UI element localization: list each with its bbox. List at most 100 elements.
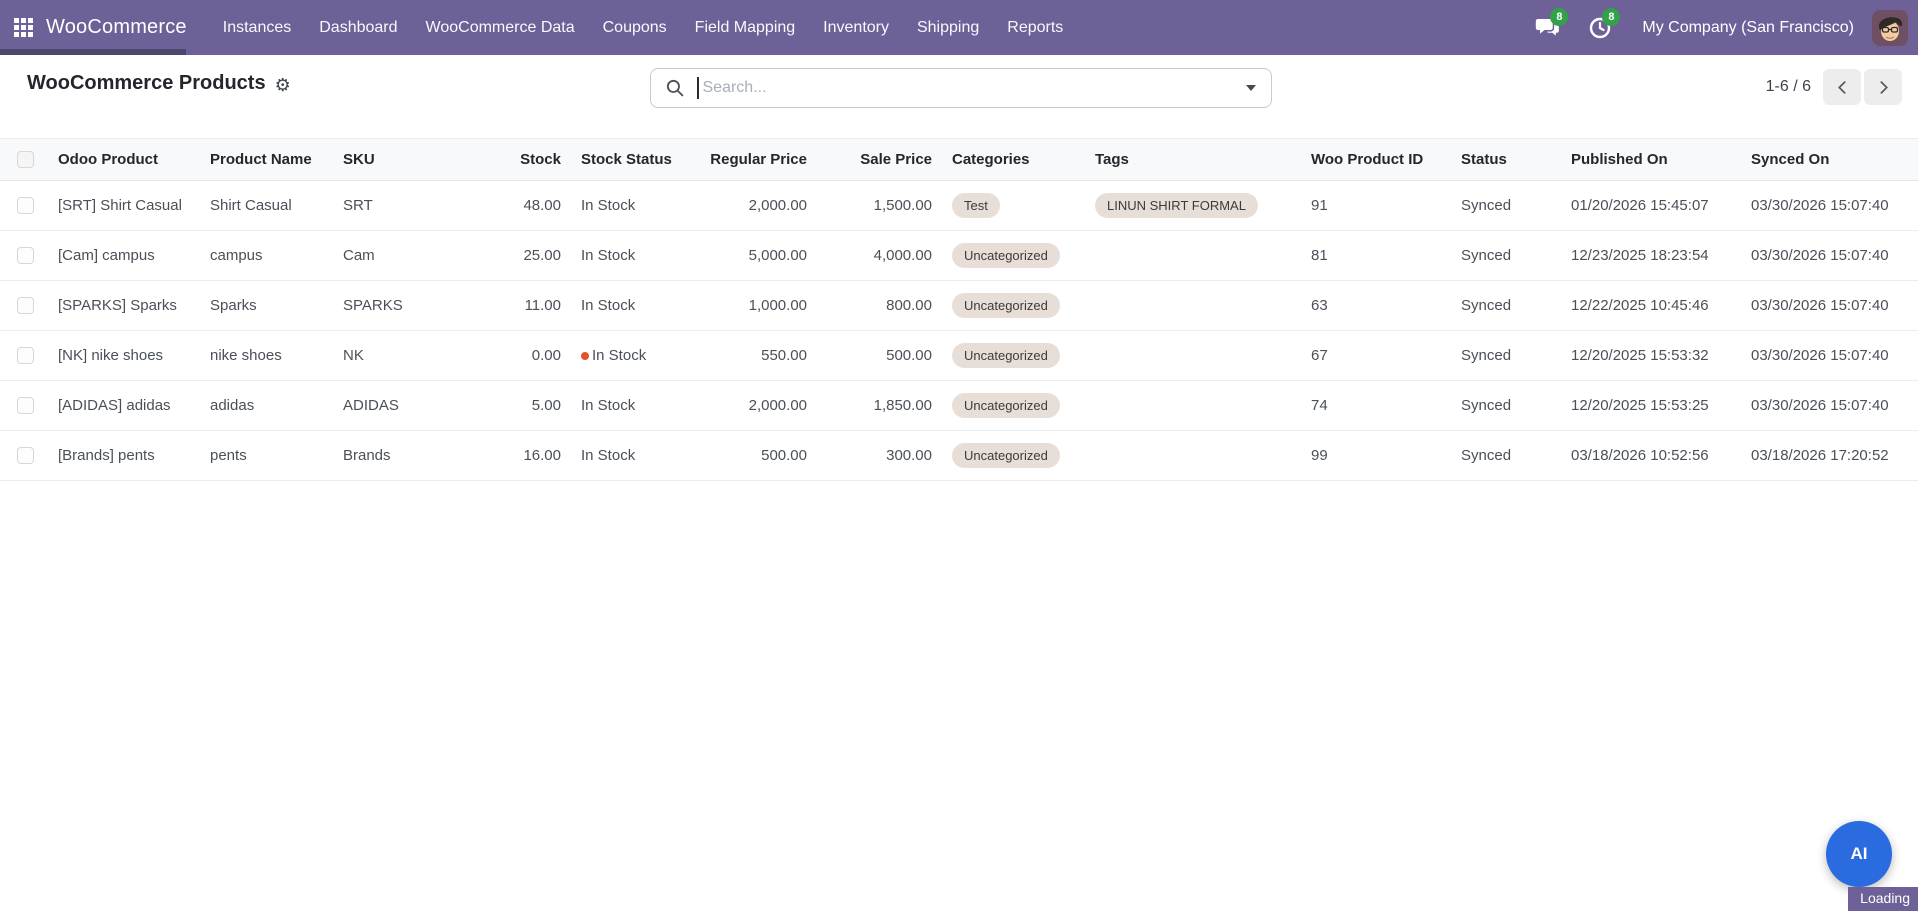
col-header-woo-product-id[interactable]: Woo Product ID xyxy=(1297,138,1447,181)
cell-synced-on: 03/30/2026 15:07:40 xyxy=(1737,380,1918,431)
cell-woo-product-id: 81 xyxy=(1297,230,1447,281)
products-table: Odoo Product Product Name SKU Stock Stock St… xyxy=(0,138,1918,481)
cell-status: Synced xyxy=(1447,430,1557,481)
nav-item-dashboard[interactable]: Dashboard xyxy=(305,0,411,55)
cell-sale-price: 500.00 xyxy=(813,330,938,381)
nav-item-woocommerce-data[interactable]: WooCommerce Data xyxy=(412,0,589,55)
pager-next-button[interactable] xyxy=(1864,69,1902,105)
col-header-status[interactable]: Status xyxy=(1447,138,1557,181)
row-checkbox[interactable] xyxy=(17,397,34,414)
category-pill: Uncategorized xyxy=(952,243,1060,268)
col-header-sku[interactable]: SKU xyxy=(329,138,449,181)
cell-categories: Uncategorized xyxy=(938,430,1081,481)
nav-item-inventory[interactable]: Inventory xyxy=(809,0,903,55)
col-header-tags[interactable]: Tags xyxy=(1081,138,1297,181)
chevron-left-icon xyxy=(1837,80,1846,94)
product-list-view: Odoo Product Product Name SKU Stock Stock St… xyxy=(0,138,1918,481)
category-pill: Uncategorized xyxy=(952,443,1060,468)
cell-woo-product-id: 63 xyxy=(1297,280,1447,331)
app-name: WooCommerce xyxy=(46,16,187,38)
user-avatar[interactable] xyxy=(1872,9,1908,46)
cell-regular-price: 2,000.00 xyxy=(695,180,813,231)
col-header-synced-on[interactable]: Synced On xyxy=(1737,138,1918,181)
col-header-product-name[interactable]: Product Name xyxy=(196,138,329,181)
cell-stock: 25.00 xyxy=(449,230,567,281)
cell-published-on: 12/20/2025 15:53:25 xyxy=(1557,380,1737,431)
cell-regular-price: 5,000.00 xyxy=(695,230,813,281)
cell-published-on: 12/23/2025 18:23:54 xyxy=(1557,230,1737,281)
ai-assistant-button[interactable]: AI xyxy=(1826,821,1892,887)
cell-categories: Uncategorized xyxy=(938,380,1081,431)
messages-badge: 8 xyxy=(1550,7,1569,26)
messages-button[interactable]: 8 xyxy=(1526,7,1570,49)
col-header-regular-price[interactable]: Regular Price xyxy=(695,138,813,181)
settings-gear-icon[interactable]: ⚙ xyxy=(275,74,291,94)
col-header-sale-price[interactable]: Sale Price xyxy=(813,138,938,181)
cell-sku: SRT xyxy=(329,180,449,231)
cell-sku: ADIDAS xyxy=(329,380,449,431)
table-row[interactable]: [NK] nike shoes nike shoes NK 0.00 In Stock 5… xyxy=(0,330,1918,381)
cell-published-on: 01/20/2026 15:45:07 xyxy=(1557,180,1737,231)
cell-odoo-product: [Cam] campus xyxy=(44,230,196,281)
col-header-categories[interactable]: Categories xyxy=(938,138,1081,181)
cell-stock: 48.00 xyxy=(449,180,567,231)
cell-status: Synced xyxy=(1447,180,1557,231)
cell-status: Synced xyxy=(1447,380,1557,431)
cell-product-name: nike shoes xyxy=(196,330,329,381)
row-select-cell xyxy=(0,230,44,281)
cell-odoo-product: [Brands] pents xyxy=(44,430,196,481)
cell-sku: Brands xyxy=(329,430,449,481)
row-checkbox[interactable] xyxy=(17,447,34,464)
table-row[interactable]: [SRT] Shirt Casual Shirt Casual SRT 48.00 In… xyxy=(0,180,1918,231)
row-select-cell xyxy=(0,330,44,381)
row-checkbox[interactable] xyxy=(17,297,34,314)
activities-button[interactable]: 8 xyxy=(1578,7,1622,49)
cell-tags xyxy=(1081,430,1297,481)
row-checkbox[interactable] xyxy=(17,247,34,264)
cell-status: Synced xyxy=(1447,330,1557,381)
pager-previous-button[interactable] xyxy=(1823,69,1861,105)
table-row[interactable]: [SPARKS] Sparks Sparks SPARKS 11.00 In Stock… xyxy=(0,280,1918,331)
cell-status: Synced xyxy=(1447,230,1557,281)
cell-synced-on: 03/30/2026 15:07:40 xyxy=(1737,330,1918,381)
cell-product-name: campus xyxy=(196,230,329,281)
nav-item-shipping[interactable]: Shipping xyxy=(903,0,993,55)
table-row[interactable]: [Brands] pents pents Brands 16.00 In Stock 50… xyxy=(0,430,1918,481)
cell-published-on: 03/18/2026 10:52:56 xyxy=(1557,430,1737,481)
cell-synced-on: 03/18/2026 17:20:52 xyxy=(1737,430,1918,481)
search-filter-toggle[interactable] xyxy=(1231,69,1271,107)
table-row[interactable]: [Cam] campus campus Cam 25.00 In Stock 5,000.… xyxy=(0,230,1918,281)
cell-regular-price: 500.00 xyxy=(695,430,813,481)
nav-item-field-mapping[interactable]: Field Mapping xyxy=(681,0,810,55)
nav-item-coupons[interactable]: Coupons xyxy=(589,0,681,55)
cell-regular-price: 1,000.00 xyxy=(695,280,813,331)
tag-pill: LINUN SHIRT FORMAL xyxy=(1095,193,1258,218)
nav-item-reports[interactable]: Reports xyxy=(993,0,1077,55)
control-panel: WooCommerce Products ⚙ 1-6 / 6 xyxy=(0,55,1918,115)
row-select-cell xyxy=(0,280,44,331)
cell-published-on: 12/20/2025 15:53:32 xyxy=(1557,330,1737,381)
cell-stock-status: In Stock xyxy=(567,430,695,481)
select-all-checkbox[interactable] xyxy=(17,151,34,168)
top-navbar: WooCommerce Instances Dashboard WooCommerc… xyxy=(0,0,1918,55)
search-input[interactable] xyxy=(698,79,1231,97)
col-header-stock-status[interactable]: Stock Status xyxy=(567,138,695,181)
search-bar[interactable] xyxy=(650,68,1272,108)
row-select-cell xyxy=(0,180,44,231)
col-header-odoo-product[interactable]: Odoo Product xyxy=(44,138,196,181)
company-switcher[interactable]: My Company (San Francisco) xyxy=(1642,19,1854,37)
apps-menu-button[interactable] xyxy=(0,0,46,55)
page-title: WooCommerce Products xyxy=(27,72,266,94)
cell-stock-status: In Stock xyxy=(567,280,695,331)
table-row[interactable]: [ADIDAS] adidas adidas ADIDAS 5.00 In Stock 2… xyxy=(0,380,1918,431)
cell-categories: Uncategorized xyxy=(938,230,1081,281)
row-checkbox[interactable] xyxy=(17,347,34,364)
cell-woo-product-id: 99 xyxy=(1297,430,1447,481)
nav-item-instances[interactable]: Instances xyxy=(209,0,305,55)
cell-product-name: adidas xyxy=(196,380,329,431)
col-header-stock[interactable]: Stock xyxy=(449,138,567,181)
cell-product-name: Sparks xyxy=(196,280,329,331)
cell-sku: SPARKS xyxy=(329,280,449,331)
col-header-published-on[interactable]: Published On xyxy=(1557,138,1737,181)
row-checkbox[interactable] xyxy=(17,197,34,214)
